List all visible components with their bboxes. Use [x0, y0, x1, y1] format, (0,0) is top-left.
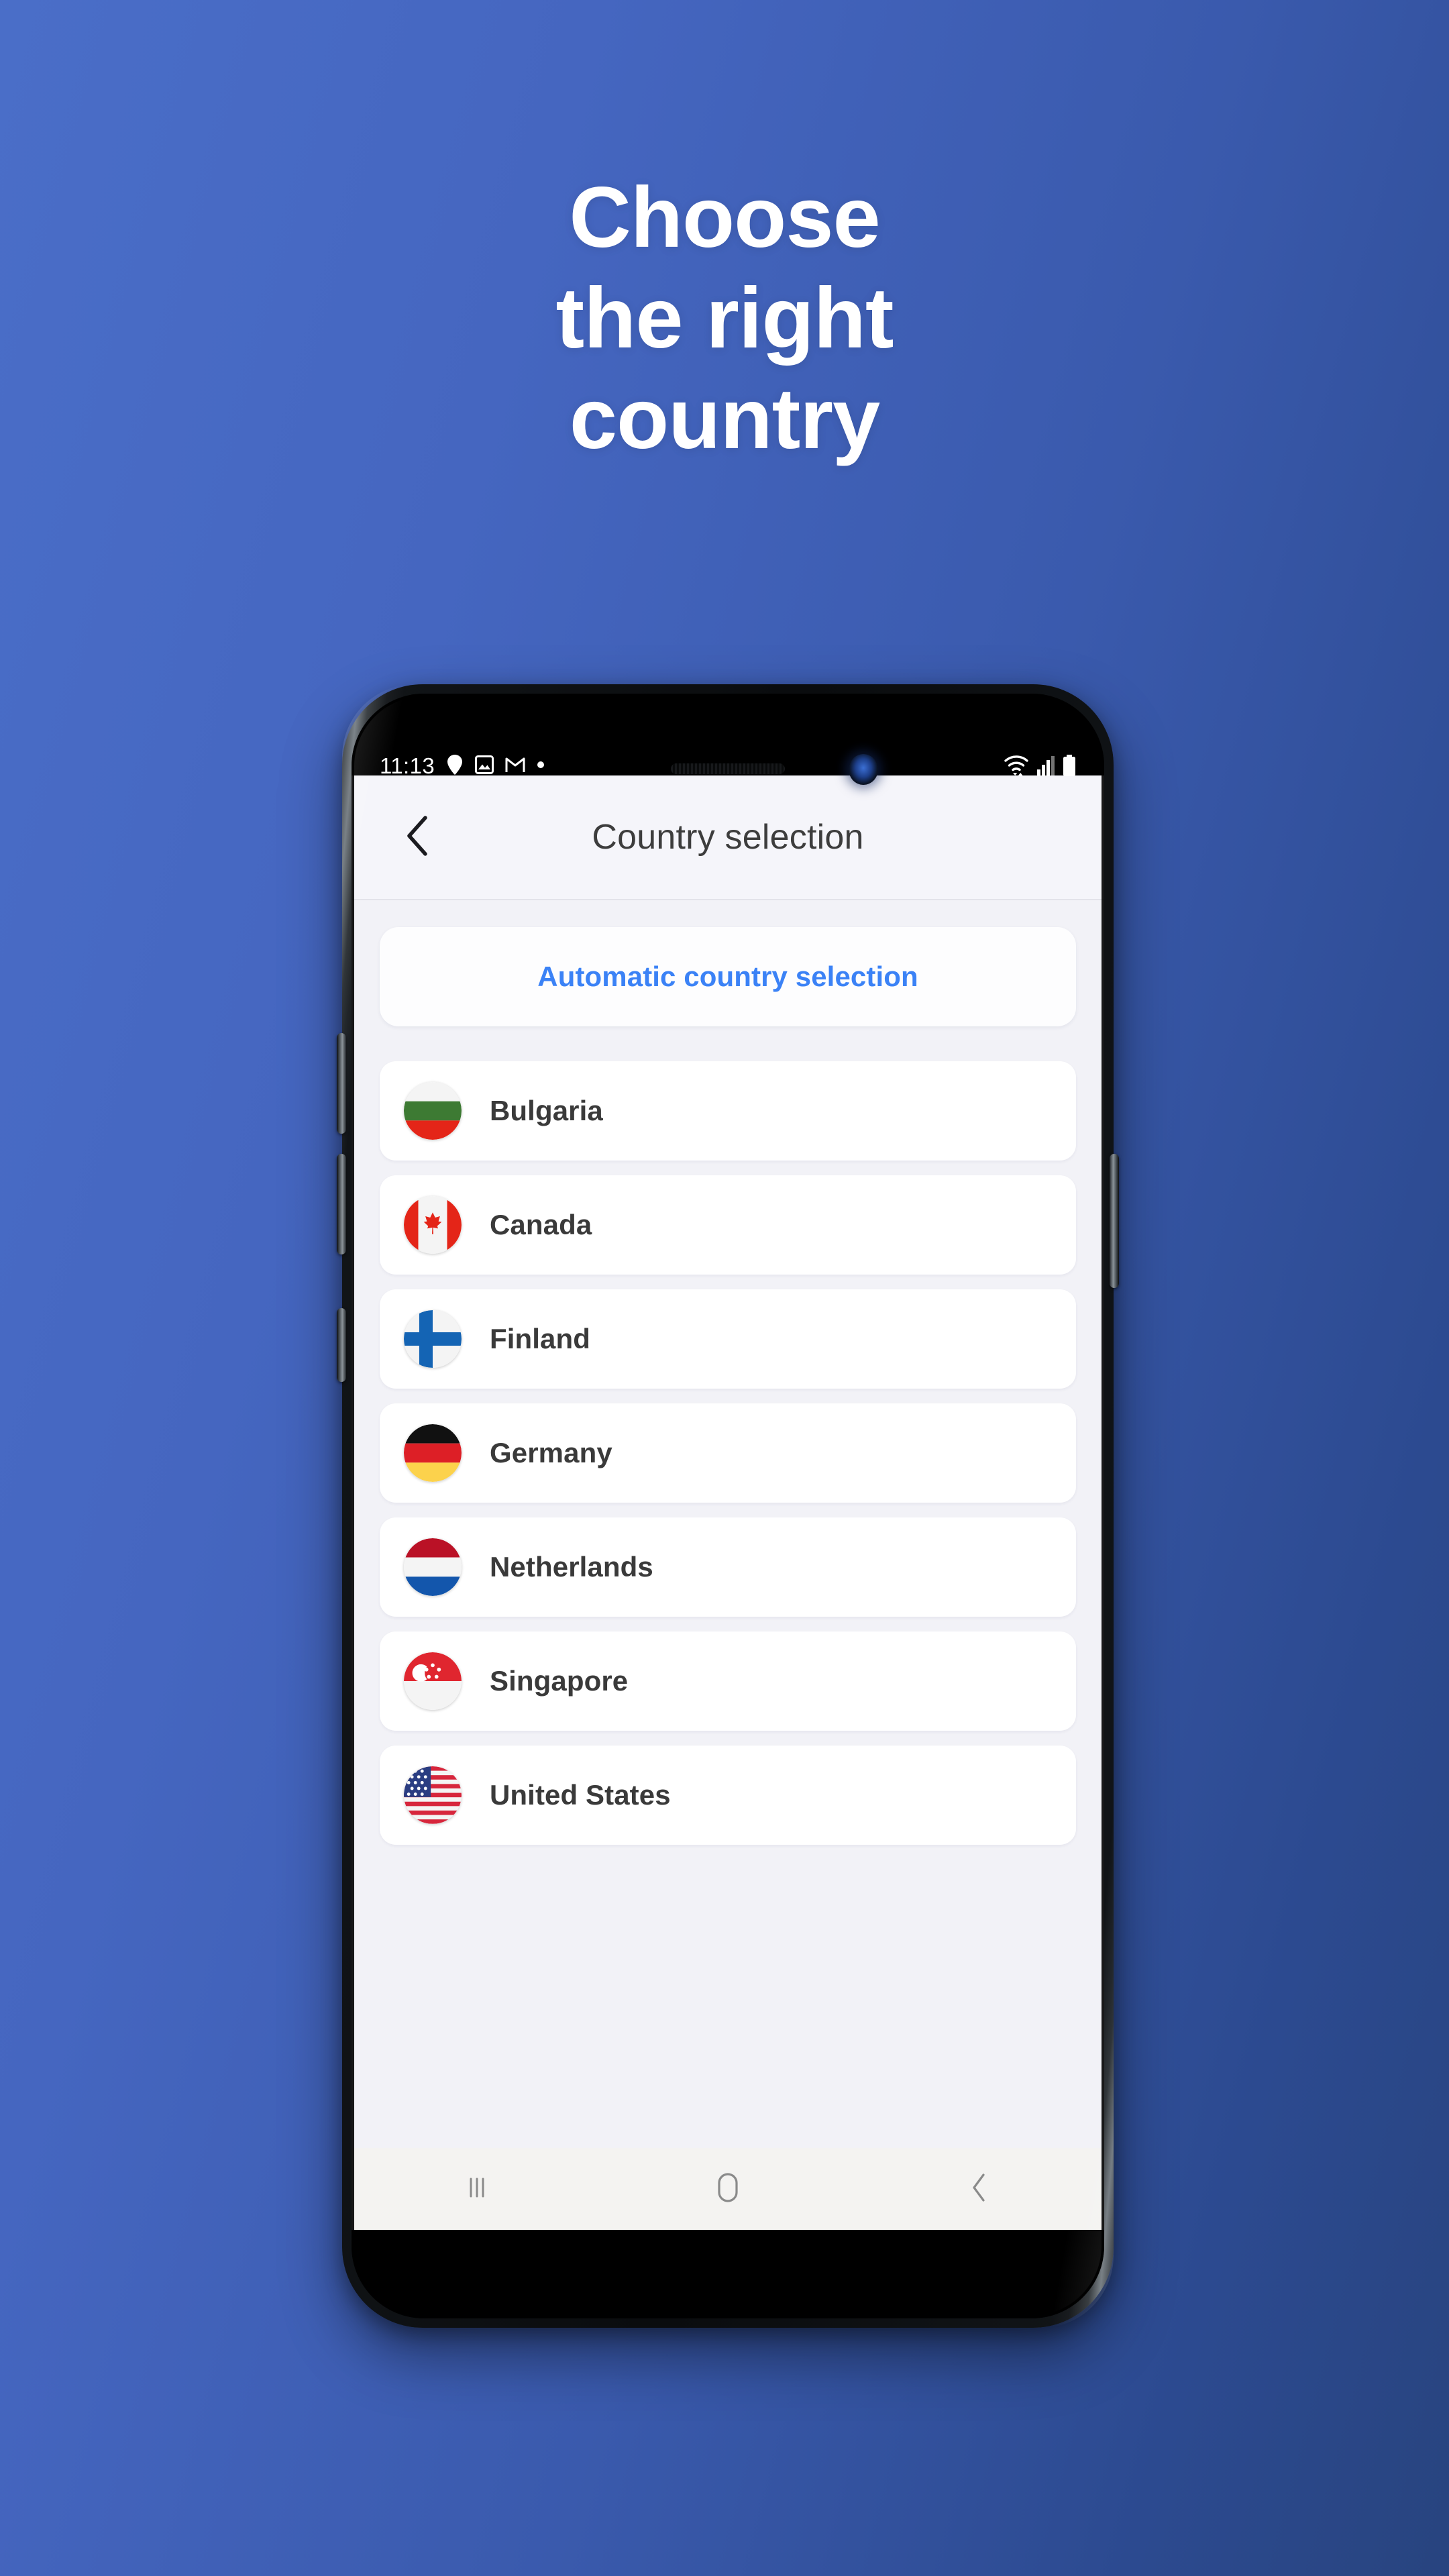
headline-line-1: Choose — [569, 170, 880, 266]
netherlands-flag-icon — [404, 1538, 462, 1596]
gmail-icon — [505, 756, 525, 777]
country-name: United States — [490, 1779, 671, 1811]
status-bar-clock: 11:13 — [380, 753, 435, 778]
location-pin-icon — [446, 754, 464, 778]
country-name: Germany — [490, 1437, 612, 1468]
nav-back-button[interactable] — [853, 2171, 1104, 2208]
back-icon — [965, 2171, 992, 2208]
volume-down-button[interactable] — [337, 1154, 346, 1254]
headline-line-3: country — [569, 370, 880, 467]
status-bar: 11:13 — [352, 749, 1104, 784]
volume-up-button[interactable] — [337, 1033, 346, 1134]
country-list-container: Automatic country selection Bulgaria Can… — [352, 900, 1104, 1845]
wifi-icon — [1004, 753, 1029, 780]
phone-screen: Country selection Automatic country sele… — [352, 775, 1104, 2230]
bixby-button[interactable] — [337, 1308, 346, 1382]
headline-line-2: the right — [555, 270, 894, 366]
country-list-item[interactable]: Finland — [380, 1289, 1076, 1389]
country-name: Netherlands — [490, 1551, 653, 1582]
finland-flag-icon — [404, 1310, 462, 1368]
android-navigation-bar — [352, 2148, 1104, 2230]
app-bar-title: Country selection — [592, 818, 864, 857]
recents-icon — [462, 2172, 492, 2206]
country-list-item[interactable]: Netherlands — [380, 1517, 1076, 1617]
chevron-left-icon — [404, 815, 431, 860]
automatic-country-selection-button[interactable]: Automatic country selection — [380, 927, 1076, 1026]
nav-home-button[interactable] — [602, 2170, 853, 2208]
country-name: Singapore — [490, 1665, 629, 1697]
power-button[interactable] — [1110, 1154, 1119, 1288]
back-button[interactable] — [390, 810, 444, 864]
home-icon — [712, 2170, 743, 2208]
country-list-item[interactable]: Germany — [380, 1403, 1076, 1503]
page-title: Choose the right country — [0, 168, 1449, 469]
country-name: Bulgaria — [490, 1095, 603, 1126]
phone-mockup: 11:13 Country selection Automatic countr… — [337, 684, 1119, 2328]
nav-recents-button[interactable] — [352, 2172, 602, 2206]
country-list-item[interactable]: Canada — [380, 1175, 1076, 1275]
united-states-flag-icon — [404, 1766, 462, 1824]
country-list-item[interactable]: Bulgaria — [380, 1061, 1076, 1161]
battery-icon — [1063, 754, 1076, 780]
app-bar: Country selection — [352, 775, 1104, 900]
status-bar-right — [1004, 753, 1076, 780]
country-list-item[interactable]: Singapore — [380, 1631, 1076, 1731]
country-list-item[interactable]: United States — [380, 1746, 1076, 1845]
canada-flag-icon — [404, 1196, 462, 1254]
status-bar-left: 11:13 — [380, 753, 545, 779]
bulgaria-flag-icon — [404, 1082, 462, 1140]
dot-icon — [537, 760, 545, 772]
photo-icon — [475, 755, 494, 777]
automatic-country-selection-label: Automatic country selection — [537, 961, 918, 992]
country-name: Finland — [490, 1323, 591, 1354]
germany-flag-icon — [404, 1424, 462, 1482]
country-name: Canada — [490, 1209, 592, 1240]
singapore-flag-icon — [404, 1652, 462, 1710]
cellular-signal-icon — [1037, 755, 1055, 780]
